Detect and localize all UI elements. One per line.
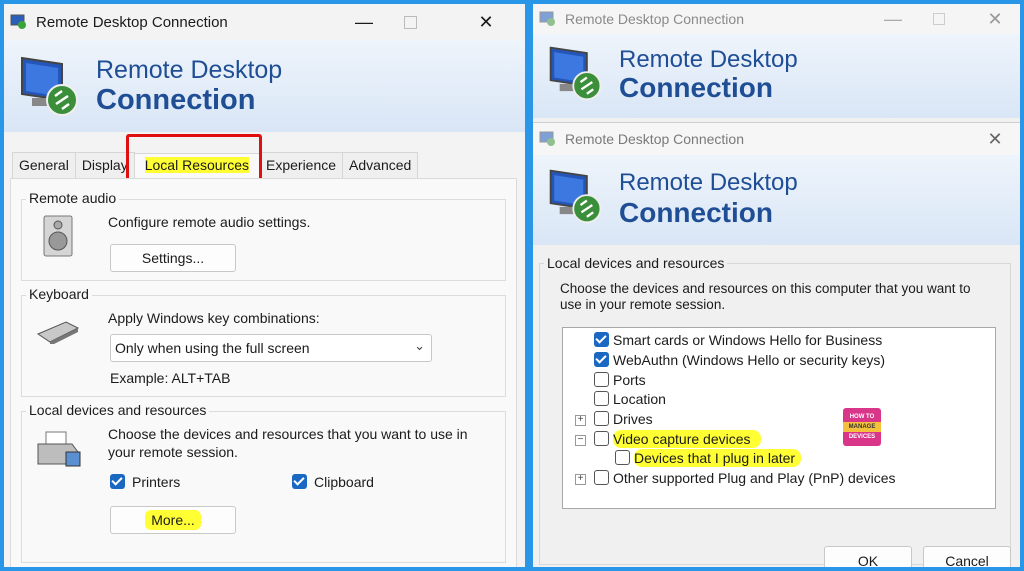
ok-button[interactable]: OK [824,546,912,567]
expand-drives-icon[interactable]: + [575,415,586,426]
minimize-icon: — [884,8,902,29]
webauthn-checkbox[interactable] [594,352,609,367]
background-window-title: Remote Desktop Connection [565,11,744,27]
local-devices-description-line2: your remote session. [108,444,238,460]
window-title: Remote Desktop Connection [36,13,228,31]
rdc-app-icon [10,14,28,30]
background-banner-line1: Remote Desktop [619,46,798,73]
title-bar[interactable]: Remote Desktop Connection — ✕ [4,4,525,40]
local-devices-group: Local devices and resources Choose the d… [21,402,506,563]
rdc-banner: Remote Desktop Connection [4,40,525,132]
rdc-window-local-resources: Remote Desktop Connection — ✕ Remote Des… [4,4,525,567]
dialog-title: Remote Desktop Connection [565,131,744,147]
local-resources-tab-panel: Remote audio Configure remote audio sett… [10,178,517,567]
dialog-banner-line1: Remote Desktop [619,169,798,196]
pnp-devices-checkbox[interactable] [594,470,609,485]
watermark-line3: DEVICES [848,434,876,440]
location-checkbox[interactable] [594,391,609,406]
collapse-video-capture-icon[interactable]: − [575,435,586,446]
printer-icon [36,430,82,475]
local-devices-label: Local devices and resources [26,402,210,418]
monitor-icon [547,44,605,107]
keyboard-group: Keyboard Apply Windows key combinations:… [21,286,506,397]
clipboard-checkbox[interactable] [292,474,307,489]
smart-cards-checkbox[interactable] [594,332,609,347]
expand-pnp-icon[interactable]: + [575,474,586,485]
keyboard-combination-select[interactable]: Only when using the full screen ⌄ [110,334,432,362]
tab-advanced[interactable]: Advanced [342,152,419,178]
background-banner-line2: Connection [619,72,773,103]
dialog-banner-line2: Connection [619,197,773,228]
minimize-icon[interactable]: — [341,4,387,40]
keyboard-description: Apply Windows key combinations: [108,310,320,326]
keyboard-example: Example: ALT+TAB [110,370,231,386]
watermark-logo: HOW TO MANAGE DEVICES [843,408,881,446]
watermark-line1: HOW TO [849,414,875,420]
background-banner: Remote Desktop Connection [533,34,1020,118]
speaker-icon [38,214,78,263]
chevron-down-icon: ⌄ [414,338,425,353]
dialog-description-line1: Choose the devices and resources on this… [560,281,971,296]
more-button-label: More... [145,510,201,530]
remote-audio-description: Configure remote audio settings. [108,214,311,230]
dialog-title-bar[interactable]: Remote Desktop Connection ✕ [533,123,1020,155]
remote-audio-label: Remote audio [26,190,120,206]
ports-checkbox[interactable] [594,372,609,387]
local-devices-description-line1: Choose the devices and resources that yo… [108,426,468,442]
remote-audio-group: Remote audio Configure remote audio sett… [21,190,506,281]
printers-checkbox[interactable] [110,474,125,489]
maximize-icon[interactable] [387,4,433,40]
rdc-app-icon [539,131,557,147]
tab-experience[interactable]: Experience [259,152,344,178]
cancel-button[interactable]: Cancel [923,546,1011,567]
tab-general[interactable]: General [12,152,76,178]
banner-title-line2: Connection [96,84,256,116]
keyboard-select-value: Only when using the full screen [115,340,310,356]
clipboard-label: Clipboard [314,474,374,490]
close-icon: ✕ [987,8,1003,29]
maximize-icon [916,4,962,34]
keyboard-label: Keyboard [26,286,92,302]
smart-cards-label: Smart cards or Windows Hello for Busines… [613,332,883,348]
watermark-line2: MANAGE [843,422,881,432]
monitor-icon [18,54,82,123]
local-devices-dialog: Remote Desktop Connection ✕ Remote Deskt… [533,122,1020,567]
rdc-local-devices-dialog-panel: Remote Desktop Connection — ✕ Remote Des… [533,4,1020,567]
close-icon[interactable]: ✕ [972,123,1018,155]
dialog-banner: Remote Desktop Connection [533,155,1020,245]
video-capture-checkbox[interactable] [594,431,609,446]
background-title-bar: Remote Desktop Connection — ✕ [533,4,1020,34]
plug-in-later-label: Devices that I plug in later [634,449,802,467]
pnp-devices-label: Other supported Plug and Play (PnP) devi… [613,470,896,486]
dialog-description-line2: use in your remote session. [560,297,726,312]
location-label: Location [613,391,666,407]
devices-tree[interactable]: Smart cards or Windows Hello for Busines… [562,327,996,509]
ports-label: Ports [613,372,646,388]
drives-checkbox[interactable] [594,411,609,426]
monitor-icon [547,167,605,230]
drives-label: Drives [613,411,653,427]
audio-settings-button[interactable]: Settings... [110,244,236,272]
close-icon[interactable]: ✕ [463,4,509,40]
more-button[interactable]: More... [110,506,236,534]
printers-label: Printers [132,474,181,490]
plug-in-later-checkbox[interactable] [615,450,630,465]
group-label: Local devices and resources [544,255,728,271]
keyboard-icon [36,318,80,349]
video-capture-label: Video capture devices [613,430,761,448]
banner-title-line1: Remote Desktop [96,56,283,84]
webauthn-label: WebAuthn (Windows Hello or security keys… [613,352,886,368]
rdc-app-icon [539,11,557,27]
